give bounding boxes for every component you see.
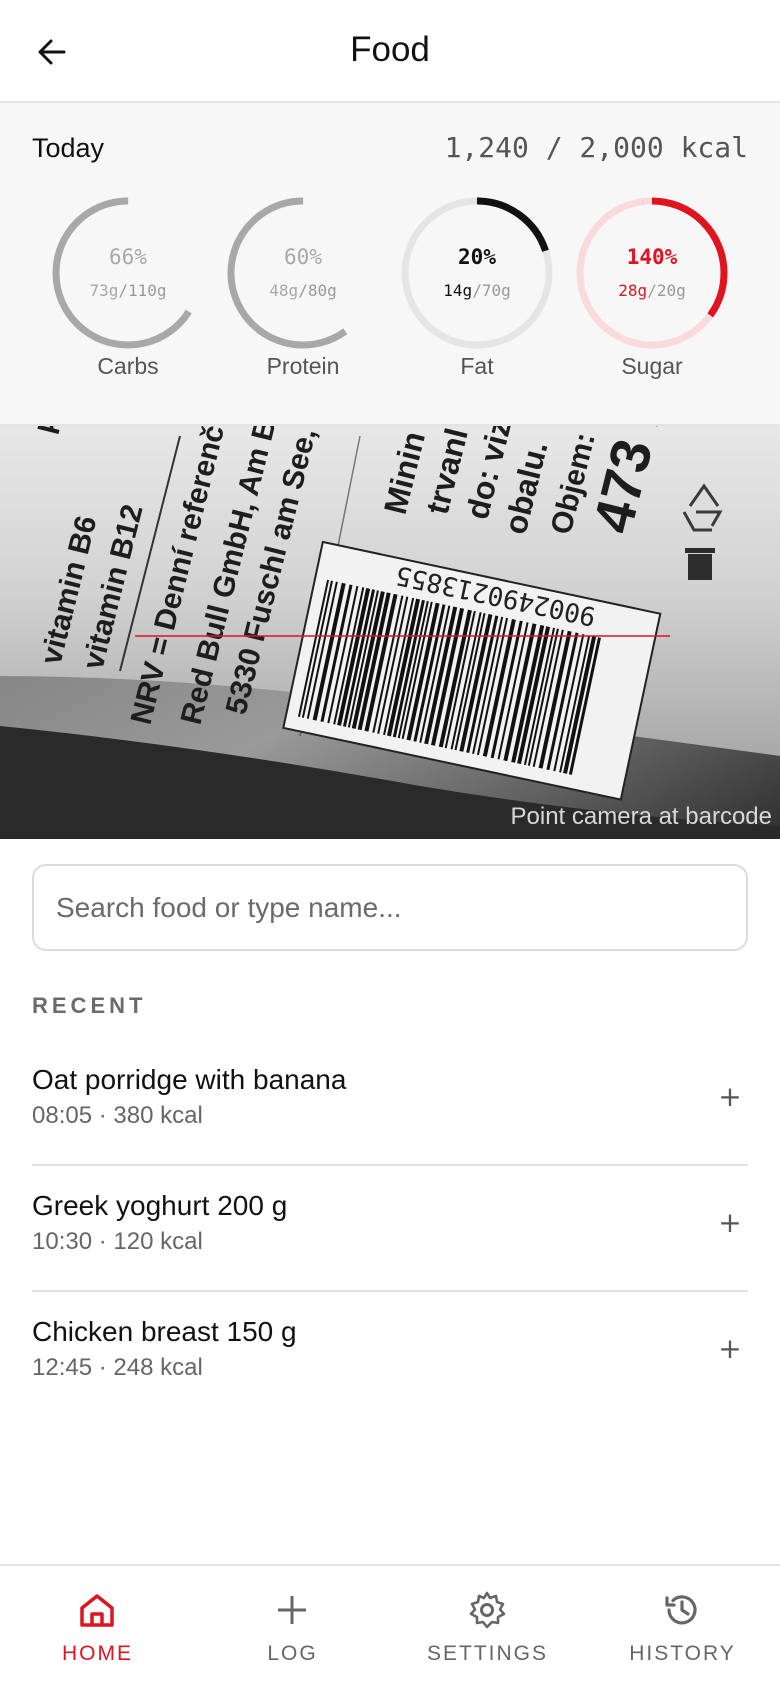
macro-label: Carbs <box>97 353 159 379</box>
nav-home[interactable]: HOME <box>0 1566 195 1688</box>
macro-goal: /70g <box>472 281 511 300</box>
macro-current: 48g <box>269 281 299 300</box>
list-item[interactable]: Chicken breast 150 g 12:45 · 248 kcal + <box>32 1292 748 1418</box>
nav-label: SETTINGS <box>426 1642 548 1665</box>
ring-chart-sugar <box>576 197 728 349</box>
macro-amount: 14g/70g <box>397 281 557 300</box>
macro-percent: 140% <box>626 245 678 269</box>
recent-list: Oat porridge with banana 08:05 · 380 kca… <box>32 1040 748 1418</box>
nav-history[interactable]: HISTORY <box>585 1566 780 1688</box>
bin-icon <box>685 548 715 580</box>
today-label: Today <box>32 133 105 163</box>
nav-label: LOG <box>267 1642 318 1665</box>
add-food-button[interactable]: + <box>714 1332 746 1365</box>
bottom-navigation: HOME LOG SETTINGS HISTORY <box>0 1564 780 1688</box>
macro-amount: 28g/20g <box>572 281 732 300</box>
camera-viewfinder[interactable]: kyselina pantothen vitamin B6 vitamin B1… <box>0 426 780 839</box>
macro-percent: 60% <box>284 245 322 269</box>
macro-ring-sugar: 140% 28g/20g Sugar <box>572 193 732 393</box>
plus-icon <box>278 1596 306 1624</box>
nav-label: HISTORY <box>629 1642 736 1665</box>
macro-rings: 66% 73g/110g Carbs 60% 48g/80g Protein 2… <box>0 193 780 393</box>
macro-amount: 73g/110g <box>48 281 208 300</box>
macro-goal: /80g <box>298 281 337 300</box>
macro-amount: 48g/80g <box>223 281 383 300</box>
kcal-total: 1,240 / 2,000 kcal <box>444 131 748 164</box>
recent-section-title: RECENT <box>32 993 147 1018</box>
macro-current: 73g <box>89 281 119 300</box>
camera-feed-image: kyselina pantothen vitamin B6 vitamin B1… <box>0 426 780 839</box>
nav-log[interactable]: LOG <box>195 1566 390 1688</box>
macro-percent: 66% <box>109 245 147 269</box>
daily-summary: Today 1,240 / 2,000 kcal 66% 73g/110g Ca… <box>0 103 780 426</box>
history-icon <box>665 1595 697 1625</box>
macro-goal: /110g <box>118 281 167 300</box>
food-name: Greek yoghurt 200 g <box>32 1190 288 1221</box>
macro-ring-carbs: 66% 73g/110g Carbs <box>48 193 208 393</box>
list-item[interactable]: Greek yoghurt 200 g 10:30 · 120 kcal + <box>32 1166 748 1292</box>
ring-chart-protein <box>227 197 379 349</box>
macro-label: Fat <box>460 353 494 379</box>
home-icon <box>80 1594 114 1627</box>
macro-goal: /20g <box>647 281 686 300</box>
ring-chart-carbs <box>52 197 204 349</box>
macro-label: Protein <box>266 353 340 379</box>
food-name: Chicken breast 150 g <box>32 1316 297 1347</box>
food-meta: 10:30 · 120 kcal <box>32 1228 203 1255</box>
add-food-button[interactable]: + <box>714 1206 746 1239</box>
nav-settings[interactable]: SETTINGS <box>390 1566 585 1688</box>
food-meta: 08:05 · 380 kcal <box>32 1102 203 1129</box>
search-input[interactable] <box>32 864 748 951</box>
macro-current: 28g <box>618 281 648 300</box>
macro-current: 14g <box>443 281 473 300</box>
food-meta: 12:45 · 248 kcal <box>32 1354 203 1381</box>
nav-label: HOME <box>62 1642 133 1665</box>
page-title: Food <box>350 30 430 69</box>
list-item[interactable]: Oat porridge with banana 08:05 · 380 kca… <box>32 1040 748 1166</box>
add-food-button[interactable]: + <box>714 1080 746 1113</box>
app-bar: Food <box>0 0 780 103</box>
macro-ring-fat: 20% 14g/70g Fat <box>397 193 557 393</box>
scan-hint: Point camera at barcode <box>510 803 772 830</box>
macro-label: Sugar <box>621 353 683 379</box>
ring-chart-fat <box>401 197 553 349</box>
food-name: Oat porridge with banana <box>32 1064 347 1095</box>
gear-icon <box>469 1591 506 1629</box>
macro-percent: 20% <box>458 245 496 269</box>
macro-ring-protein: 60% 48g/80g Protein <box>223 193 383 393</box>
